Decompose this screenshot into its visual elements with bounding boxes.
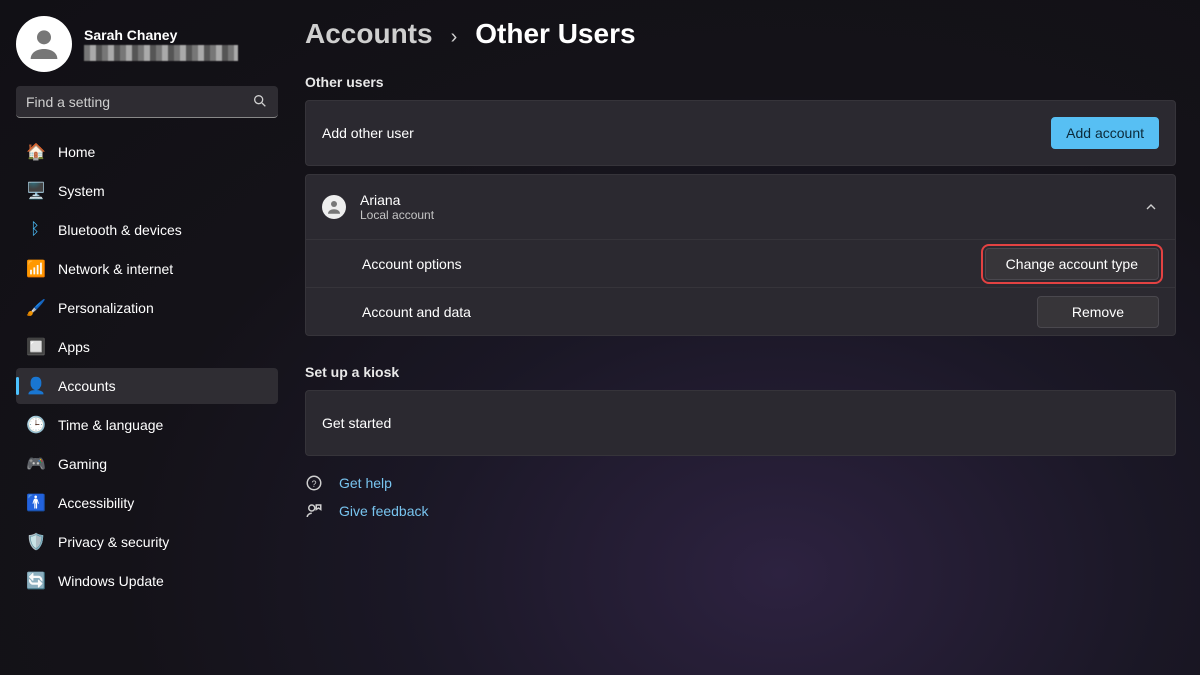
add-other-user-card: Add other user Add account [305,100,1176,166]
system-icon: 🖥️ [26,181,44,201]
person-icon [325,198,343,216]
nav-accessibility[interactable]: 🚹 Accessibility [16,485,278,521]
profile-email-redacted [84,45,238,61]
nav-system[interactable]: 🖥️ System [16,173,278,209]
nav-label: Home [58,144,95,160]
profile[interactable]: Sarah Chaney [16,16,278,72]
nav-time[interactable]: 🕒 Time & language [16,407,278,443]
nav-label: System [58,183,105,199]
chevron-right-icon: › [451,26,458,49]
feedback-icon [305,502,323,520]
section-kiosk-title: Set up a kiosk [305,364,1176,380]
nav-windows-update[interactable]: 🔄 Windows Update [16,563,278,599]
nav-privacy[interactable]: 🛡️ Privacy & security [16,524,278,560]
user-card-ariana: Ariana Local account Account options Cha… [305,174,1176,336]
nav-label: Time & language [58,417,163,433]
gamepad-icon: 🎮 [26,454,44,474]
search-input[interactable] [16,86,278,118]
breadcrumb-parent[interactable]: Accounts [305,18,433,50]
bluetooth-icon: ᛒ [26,221,44,239]
nav-gaming[interactable]: 🎮 Gaming [16,446,278,482]
nav: 🏠 Home 🖥️ System ᛒ Bluetooth & devices 📶 Net… [16,134,278,599]
accounts-icon: 👤 [26,376,44,396]
user-type: Local account [360,208,434,222]
nav-home[interactable]: 🏠 Home [16,134,278,170]
add-account-button[interactable]: Add account [1051,117,1159,149]
nav-label: Accessibility [58,495,134,511]
main: Accounts › Other Users Other users Add o… [293,0,1200,675]
nav-accounts[interactable]: 👤 Accounts [16,368,278,404]
kiosk-get-started: Get started [322,415,391,431]
remove-button[interactable]: Remove [1037,296,1159,328]
update-icon: 🔄 [26,571,44,591]
nav-label: Bluetooth & devices [58,222,182,238]
user-avatar [322,195,346,219]
account-data-row: Account and data Remove [306,287,1175,335]
home-icon: 🏠 [26,142,44,162]
svg-text:?: ? [311,479,316,489]
profile-name: Sarah Chaney [84,27,238,43]
account-options-label: Account options [362,256,462,272]
section-other-users-title: Other users [305,74,1176,90]
page-title: Other Users [475,18,635,50]
chevron-up-icon [1143,199,1159,215]
accessibility-icon: 🚹 [26,493,44,513]
sidebar: Sarah Chaney 🏠 Home 🖥️ System ᛒ Bluetooth &… [0,0,293,675]
breadcrumb: Accounts › Other Users [305,18,1176,50]
wifi-icon: 📶 [26,259,44,279]
account-options-row: Account options Change account type [306,239,1175,287]
shield-icon: 🛡️ [26,532,44,552]
person-icon [24,24,64,64]
nav-label: Privacy & security [58,534,169,550]
brush-icon: 🖌️ [26,298,44,318]
get-help-link[interactable]: Get help [339,475,392,491]
nav-apps[interactable]: 🔲 Apps [16,329,278,365]
get-help-row[interactable]: ? Get help [305,474,1176,492]
user-name: Ariana [360,192,434,208]
help-icon: ? [305,474,323,492]
change-account-type-button[interactable]: Change account type [985,248,1159,280]
nav-label: Gaming [58,456,107,472]
nav-label: Apps [58,339,90,355]
apps-icon: 🔲 [26,337,44,357]
give-feedback-link[interactable]: Give feedback [339,503,429,519]
clock-icon: 🕒 [26,415,44,435]
search [16,86,278,118]
kiosk-card[interactable]: Get started [305,390,1176,456]
nav-bluetooth[interactable]: ᛒ Bluetooth & devices [16,212,278,248]
nav-personalization[interactable]: 🖌️ Personalization [16,290,278,326]
nav-label: Windows Update [58,573,164,589]
nav-label: Accounts [58,378,116,394]
search-icon [252,93,268,109]
give-feedback-row[interactable]: Give feedback [305,502,1176,520]
nav-label: Network & internet [58,261,173,277]
avatar [16,16,72,72]
nav-network[interactable]: 📶 Network & internet [16,251,278,287]
nav-label: Personalization [58,300,154,316]
add-other-user-label: Add other user [322,125,414,141]
account-data-label: Account and data [362,304,471,320]
user-header[interactable]: Ariana Local account [306,175,1175,239]
